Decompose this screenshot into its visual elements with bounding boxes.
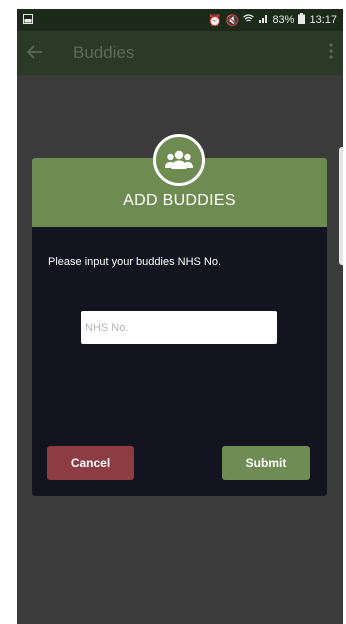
add-buddies-dialog: ADD BUDDIES Please input your buddies NH… <box>32 134 327 496</box>
cancel-button[interactable]: Cancel <box>47 446 134 480</box>
signal-icon <box>258 14 268 26</box>
battery-icon <box>298 13 306 27</box>
status-icons: ⏰ 🔇 83% 13:17 <box>208 13 337 27</box>
more-vert-icon[interactable] <box>329 42 333 64</box>
battery-level: 83% <box>272 14 295 26</box>
submit-button[interactable]: Submit <box>222 446 310 480</box>
dialog-header: ADD BUDDIES <box>32 134 327 227</box>
app-bar: Buddies <box>17 31 343 75</box>
wifi-icon <box>243 14 255 26</box>
page-title: Buddies <box>73 43 135 62</box>
scrollbar[interactable] <box>339 147 343 265</box>
image-icon <box>23 13 33 27</box>
prompt-text: Please input your buddies NHS No. <box>48 256 222 268</box>
alarm-icon: ⏰ <box>208 14 222 27</box>
group-icon <box>153 134 205 186</box>
nhs-number-input[interactable] <box>81 311 277 344</box>
clock-time: 13:17 <box>309 14 337 26</box>
arrow-back-icon[interactable] <box>26 42 63 65</box>
mute-icon: 🔇 <box>225 14 240 27</box>
dialog-title: ADD BUDDIES <box>123 192 236 209</box>
phone-screen: ⏰ 🔇 83% 13:17 Buddies ADD BUDDIES Please… <box>17 9 343 624</box>
status-bar: ⏰ 🔇 83% 13:17 <box>17 9 343 31</box>
